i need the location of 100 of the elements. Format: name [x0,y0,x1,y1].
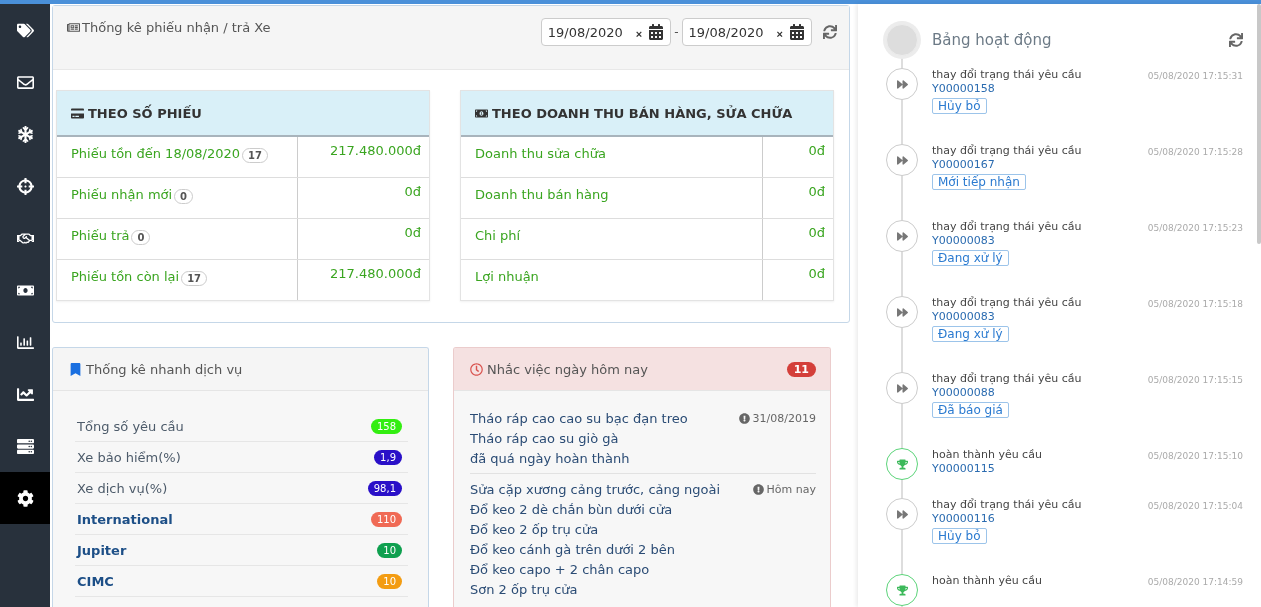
status-tag: Hủy bỏ [932,528,987,544]
envelope-icon [16,73,34,91]
settings-icon [16,489,34,507]
count-badge: 11 [786,361,816,377]
service-label: Xe dịch vụ(%) [77,480,168,496]
panel-title: Thống kê phiếu nhận / trả Xe [82,19,271,35]
row-value: 0đ [807,183,826,201]
row-value: 0đ [403,183,422,201]
activity-text: thay đổi trạng thái yêu cầu [932,296,1082,309]
reminder-date: 31/08/2019 [752,411,816,425]
count-badge: 1,9 [374,449,402,465]
reminder-text: Đổ keo 2 ốp trụ cửa [470,521,600,539]
activity-text: thay đổi trạng thái yêu cầu [932,498,1082,511]
date-field[interactable]: 19/08/2020 × [681,18,812,46]
activity-time: 05/08/2020 17:14:59 [1147,577,1243,587]
refresh-icon[interactable] [823,25,837,39]
panel-title: Bảng hoạt động [932,31,1052,49]
clear-button[interactable]: × [772,28,787,40]
reminder-text: Tháo ráp cao cao su bạc đạn treo [470,410,688,428]
fast-forward-icon [886,220,918,252]
reminder-text: Sửa cặp xương cảng trước, cảng ngoài [470,481,721,499]
fast-forward-icon [886,498,918,530]
row-label: Phiếu nhận mới [71,187,173,202]
server-icon [16,437,34,455]
fast-forward-icon [886,296,918,328]
row-value: 0đ [807,142,826,160]
activity-text: thay đổi trạng thái yêu cầu [932,372,1082,385]
activity-text: thay đổi trạng thái yêu cầu [932,220,1082,233]
row-label: Phiếu trả [71,228,130,243]
panel-title: Nhắc việc ngày hôm nay [487,361,648,377]
refresh-icon[interactable] [1229,33,1243,47]
request-link[interactable]: Y00000083 [932,234,995,247]
calendar-icon[interactable] [787,24,807,40]
scrollbar-thumb[interactable] [1257,4,1261,244]
request-link[interactable]: Y00000116 [932,512,995,525]
activity-time: 05/08/2020 17:15:18 [1147,299,1243,309]
panel-title: Thống kê nhanh dịch vụ [86,361,243,377]
count-badge: 10 [377,573,402,589]
row-value: 0đ [807,224,826,242]
tag-icon [16,21,34,39]
date-input[interactable]: 19/08/2020 [541,24,632,40]
activity-time: 05/08/2020 17:15:31 [1147,71,1243,81]
row-label: Phiếu tồn đến 18/08/2020 [71,146,241,161]
activity-time: 05/08/2020 17:15:28 [1147,147,1243,157]
service-label: Jupiter [77,542,127,558]
activity-text: thay đổi trạng thái yêu cầu [932,68,1082,81]
fast-forward-icon [886,68,918,100]
service-label: International [77,511,173,527]
count-badge: 158 [370,418,402,434]
row-value: 0đ [807,265,826,283]
exclamation-icon [738,412,750,424]
reminder-text: Đổ keo capo + 2 chân capo [470,561,651,579]
activity-text: hoàn thành yêu cầu [932,448,1042,461]
service-label: Xe bảo hiểm(%) [77,449,181,465]
credit-card-icon [71,106,84,120]
bookmark-icon [69,362,82,376]
activity-text: thay đổi trạng thái yêu cầu [932,144,1082,157]
bar-chart-icon [16,333,34,351]
card-title: THEO DOANH THU BÁN HÀNG, SỬA CHỮA [492,105,793,121]
row-label: Chi phí [475,228,521,243]
reminder-text: Đổ keo cánh gà trên dưới 2 bên [470,541,676,559]
row-label: Phiếu tồn còn lại [71,269,180,284]
fast-forward-icon [886,372,918,404]
sidebar-item[interactable] [0,472,50,524]
clear-button[interactable]: × [631,28,647,40]
newspaper-icon [67,20,80,34]
row-value: 217.480.000đ [329,142,422,160]
reminder-date: Hôm nay [766,482,816,496]
row-value: 217.480.000đ [329,265,422,283]
trophy-icon [886,448,918,480]
row-label: Doanh thu sửa chữa [475,146,606,161]
row-value: 0đ [403,224,422,242]
reminder-text: Sơn 2 ốp trụ cửa [470,581,579,599]
status-tag: Đang xử lý [932,250,1009,266]
date-input[interactable]: 19/08/2020 [682,24,773,40]
activity-time: 05/08/2020 17:15:23 [1147,223,1243,233]
service-label: Tổng số yêu cầu [77,418,184,434]
request-link[interactable]: Y00000158 [932,82,995,95]
service-label: CIMC [77,573,114,589]
crosshair-icon [16,177,34,195]
reminder-text: Tháo ráp cao su giò gà [470,430,620,448]
snowflake-icon [16,125,34,143]
timeline-dot [886,24,918,56]
activity-time: 05/08/2020 17:15:15 [1147,375,1243,385]
activity-time: 05/08/2020 17:15:10 [1147,451,1243,461]
status-tag: Đã báo giá [932,402,1009,418]
request-link[interactable]: Y00000115 [932,462,995,475]
request-link[interactable]: Y00000088 [932,386,995,399]
row-label: Doanh thu bán hàng [475,187,609,202]
count-badge: 10 [377,542,402,558]
line-chart-icon [16,385,34,403]
request-link[interactable]: Y00000167 [932,158,995,171]
status-tag: Mới tiếp nhận [932,174,1026,190]
count-badge: 110 [370,511,402,527]
activity-text: hoàn thành yêu cầu [932,574,1042,587]
request-link[interactable]: Y00000083 [932,310,995,323]
reminder-text: đã quá ngày hoàn thành [470,450,631,468]
count-badge: 98,1 [367,480,402,496]
date-field[interactable]: 19/08/2020 × [540,18,672,46]
fast-forward-icon [886,144,918,176]
